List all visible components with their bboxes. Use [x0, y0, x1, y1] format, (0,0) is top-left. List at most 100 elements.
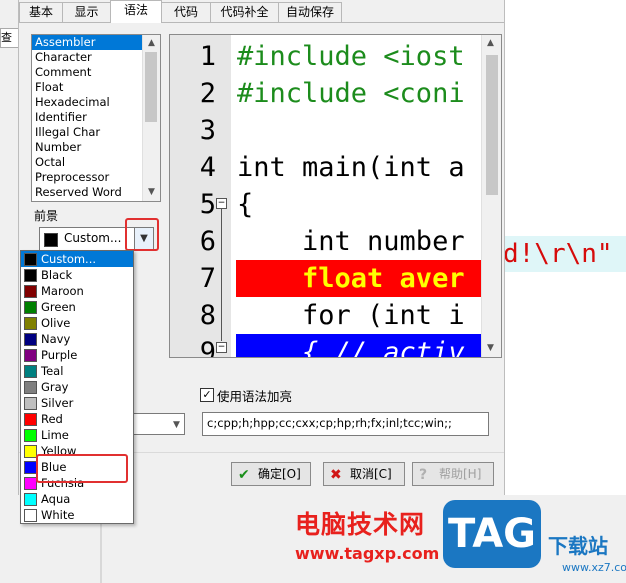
syntax-highlight-label[interactable]: 使用语法加亮	[217, 386, 292, 405]
list-item[interactable]: Preprocessor	[32, 170, 160, 185]
extensions-value: c;cpp;h;hpp;cc;cxx;cp;hp;rh;fx;inl;tcc;w…	[207, 416, 452, 430]
list-item[interactable]: Hexadecimal	[32, 95, 160, 110]
list-item[interactable]: Assembler	[32, 35, 160, 50]
fold-guide	[221, 209, 222, 341]
chevron-down-icon[interactable]: ▼	[173, 420, 180, 430]
annotation-highlight-box	[125, 218, 159, 251]
color-option[interactable]: Lime	[21, 427, 133, 443]
tab-code-completion[interactable]: 代码补全	[210, 2, 279, 22]
color-option[interactable]: Purple	[21, 347, 133, 363]
color-option-label: Gray	[41, 380, 69, 394]
color-option[interactable]: Aqua	[21, 491, 133, 507]
list-item[interactable]: Octal	[32, 155, 160, 170]
color-swatch	[24, 285, 37, 298]
tab-strip-divider	[19, 22, 504, 23]
color-option[interactable]: Red	[21, 411, 133, 427]
list-item[interactable]: Character	[32, 50, 160, 65]
code-line: int number	[237, 226, 465, 257]
code-line: for (int i	[237, 300, 465, 331]
color-swatch	[24, 397, 37, 410]
color-option[interactable]: Maroon	[21, 283, 133, 299]
color-option-label: Custom...	[41, 252, 97, 266]
color-swatch	[24, 413, 37, 426]
watermark-side-text: 下载站	[548, 534, 608, 558]
color-swatch	[24, 269, 37, 282]
tab-code[interactable]: 代码	[161, 2, 211, 22]
watermark-title: 电脑技术网	[295, 510, 426, 539]
color-option[interactable]: Olive	[21, 315, 133, 331]
preview-scrollbar[interactable]: ▲ ▼	[481, 35, 501, 357]
list-item[interactable]: Reserved Word	[32, 185, 160, 200]
scroll-up-icon[interactable]: ▲	[143, 35, 160, 52]
color-option-label: Green	[41, 300, 76, 314]
line-number: 8	[199, 300, 216, 331]
color-option[interactable]: Custom...	[21, 251, 133, 267]
color-option-label: Olive	[41, 316, 71, 330]
color-swatch	[24, 253, 37, 266]
color-option[interactable]: Silver	[21, 395, 133, 411]
line-number: 5	[199, 189, 216, 220]
syntax-element-list[interactable]: Assembler Character Comment Float Hexade…	[31, 34, 161, 202]
syntax-preview: 1 2 3 4 5 6 7 8 9 − − #include <iost #in…	[169, 34, 502, 358]
editor-code-fragment: d!\r\n"	[503, 239, 613, 269]
syntax-highlight-checkbox[interactable]: ✓	[200, 388, 214, 402]
color-swatch	[24, 509, 37, 522]
help-button[interactable]: ? 帮助[H]	[412, 462, 494, 486]
color-swatch	[24, 317, 37, 330]
help-icon: ?	[419, 467, 428, 483]
line-number: 7	[199, 263, 216, 294]
list-item[interactable]: Illegal Char	[32, 125, 160, 140]
fold-icon[interactable]: −	[216, 342, 227, 353]
color-option[interactable]: White	[21, 507, 133, 523]
color-swatch	[44, 233, 58, 247]
watermark-side-url: www.xz7.com	[562, 561, 626, 574]
editor-tab-view[interactable]: 查看	[0, 28, 20, 48]
color-swatch	[24, 333, 37, 346]
scroll-up-icon[interactable]: ▲	[482, 35, 499, 52]
help-button-label: 帮助[H]	[439, 467, 482, 481]
color-option-label: Maroon	[41, 284, 84, 298]
foreground-color-value: Custom...	[64, 231, 122, 245]
scroll-down-icon[interactable]: ▼	[143, 184, 160, 201]
tab-autosave[interactable]: 自动保存	[278, 2, 342, 22]
check-icon: ✔	[238, 467, 250, 483]
scrollbar-thumb[interactable]	[145, 52, 157, 122]
ok-button[interactable]: ✔ 确定[O]	[231, 462, 311, 486]
line-number: 1	[199, 41, 216, 72]
tab-basic[interactable]: 基本	[19, 2, 63, 22]
color-option-label: Lime	[41, 428, 69, 442]
scroll-down-icon[interactable]: ▼	[482, 340, 499, 357]
color-option[interactable]: Black	[21, 267, 133, 283]
code-line: float aver	[237, 263, 465, 294]
color-option-label: Purple	[41, 348, 78, 362]
line-number: 9	[199, 337, 216, 358]
list-item[interactable]: Float	[32, 80, 160, 95]
scrollbar-thumb[interactable]	[486, 55, 498, 195]
list-item[interactable]: Number	[32, 140, 160, 155]
color-swatch	[24, 301, 37, 314]
watermark-url: www.tagxp.com	[295, 544, 440, 563]
cancel-button[interactable]: ✖ 取消[C]	[323, 462, 405, 486]
code-line: int main(int a	[237, 152, 465, 183]
tab-display[interactable]: 显示	[62, 2, 111, 22]
color-option[interactable]: Teal	[21, 363, 133, 379]
extensions-input[interactable]: c;cpp;h;hpp;cc;cxx;cp;hp;rh;fx;inl;tcc;w…	[202, 412, 489, 436]
color-option-label: Silver	[41, 396, 74, 410]
color-option[interactable]: Navy	[21, 331, 133, 347]
foreground-label: 前景	[34, 209, 59, 223]
color-option-label: Navy	[41, 332, 71, 346]
fold-icon[interactable]: −	[216, 198, 227, 209]
color-option-label: Teal	[41, 364, 64, 378]
color-swatch	[24, 429, 37, 442]
color-option[interactable]: Gray	[21, 379, 133, 395]
close-icon: ✖	[330, 467, 342, 483]
list-item[interactable]: Identifier	[32, 110, 160, 125]
element-list-scrollbar[interactable]: ▲ ▼	[142, 35, 160, 201]
code-line: {	[237, 189, 254, 220]
color-option-label: White	[41, 508, 75, 522]
line-number: 2	[199, 78, 216, 109]
list-item[interactable]: Comment	[32, 65, 160, 80]
tab-syntax[interactable]: 语法	[110, 0, 162, 23]
color-option[interactable]: Green	[21, 299, 133, 315]
annotation-highlight-box	[36, 454, 128, 483]
